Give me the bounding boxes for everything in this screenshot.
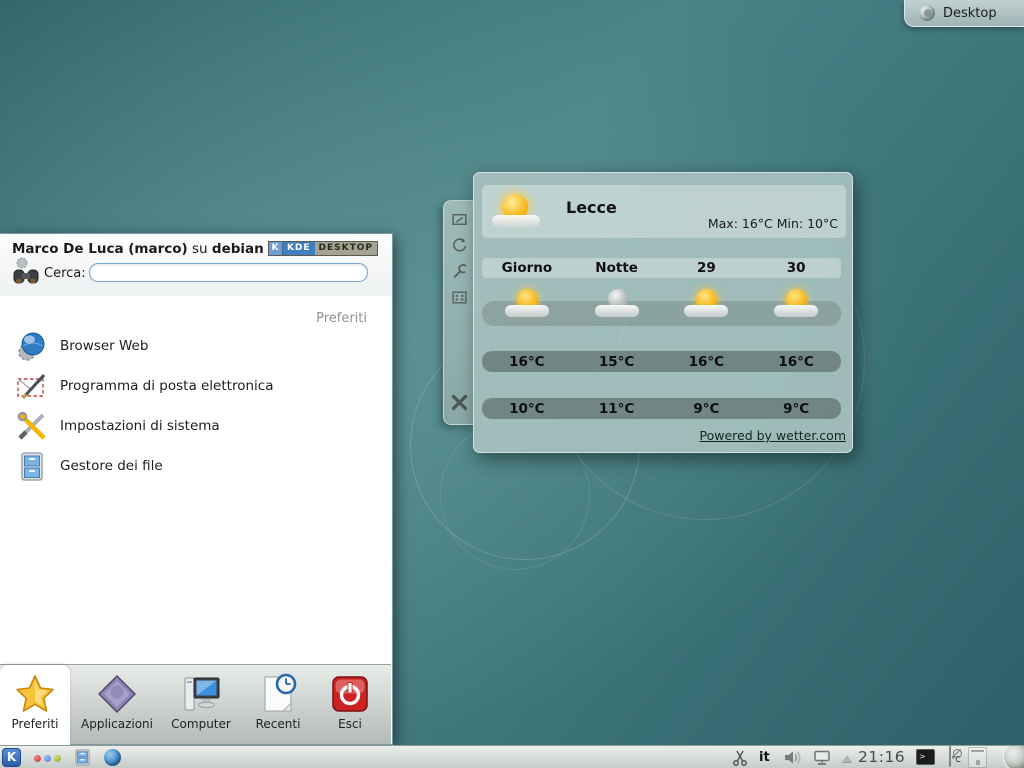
day-temp: 16°C	[751, 354, 841, 370]
kickoff-tab-bar: Preferiti Applicazioni	[0, 664, 391, 744]
weather-col-notte: Notte	[572, 260, 662, 276]
menu-item-browser-web[interactable]: Browser Web	[0, 326, 391, 366]
badge-kde-label: KDE	[283, 242, 315, 255]
email-icon	[16, 370, 48, 402]
night-temp: 11°C	[572, 401, 662, 417]
tray-expander-icon[interactable]	[842, 755, 852, 762]
day-temp: 16°C	[662, 354, 752, 370]
weather-night-temps: 10°C 11°C 9°C 9°C	[482, 398, 841, 419]
kickoff-launcher-button[interactable]: K	[2, 748, 21, 767]
sun-cloud-icon	[504, 287, 550, 323]
weather-city: Lecce	[566, 198, 617, 217]
cashew-icon	[919, 5, 935, 21]
tab-esci[interactable]: Esci	[318, 667, 382, 745]
tab-label: Esci	[318, 717, 382, 731]
pager-dot-red[interactable]	[34, 755, 41, 762]
digital-clock[interactable]: 21:16	[858, 748, 905, 766]
conjunction: su	[188, 241, 212, 257]
weather-header: Lecce Max: 16°C Min: 10°C	[482, 185, 846, 238]
desktop-toolbox-label: Desktop	[943, 6, 997, 21]
weather-icon-row	[482, 287, 841, 327]
weather-column-headers: Giorno Notte 29 30	[482, 258, 841, 278]
wetter-attribution-link[interactable]: Powered by wetter.com	[700, 428, 847, 443]
computer-icon	[180, 673, 222, 715]
desktop-toolbox-button[interactable]: Desktop	[904, 0, 1024, 27]
tab-label: Computer	[162, 717, 240, 731]
kickoff-user-title: Marco De Luca (marco) su debian	[12, 241, 264, 257]
sun-cloud-icon	[773, 287, 819, 323]
menu-item-label: Impostazioni di sistema	[60, 418, 220, 434]
kde-desktop-badge: K KDE DESKTOP	[268, 241, 378, 256]
night-temp: 9°C	[751, 401, 841, 417]
rotate-icon[interactable]	[451, 237, 468, 254]
configure-wrench-icon[interactable]	[451, 263, 468, 280]
weather-max-min: Max: 16°C Min: 10°C	[708, 216, 838, 231]
moon-cloud-icon	[594, 287, 640, 323]
menu-item-system-settings[interactable]: Impostazioni di sistema	[0, 406, 391, 446]
favorites-section-label: Preferiti	[316, 311, 367, 326]
kickoff-menu: Marco De Luca (marco) su debian K KDE DE…	[0, 233, 393, 745]
recent-documents-icon	[257, 673, 299, 715]
user-name: Marco De Luca (marco)	[12, 241, 188, 257]
volume-icon[interactable]	[783, 749, 803, 766]
menu-item-email[interactable]: Programma di posta elettronica	[0, 366, 391, 406]
tab-label: Recenti	[244, 717, 312, 731]
tab-computer[interactable]: Computer	[162, 667, 240, 745]
favorites-list: Browser Web Programma di posta elettroni…	[0, 326, 391, 486]
weather-tray-icon[interactable]: °C	[946, 747, 964, 768]
search-label: Cerca:	[44, 266, 86, 281]
weather-col-giorno: Giorno	[482, 260, 572, 276]
weather-col-29: 29	[662, 260, 752, 276]
file-manager-icon	[16, 450, 48, 482]
pager-dot-green[interactable]	[54, 755, 61, 762]
menu-item-file-manager[interactable]: Gestore dei file	[0, 446, 391, 486]
file-manager-launcher-icon[interactable]	[74, 749, 91, 766]
badge-desktop-label: DESKTOP	[315, 242, 377, 255]
tab-label: Preferiti	[0, 717, 70, 731]
weather-col-30: 30	[751, 260, 841, 276]
desktop-background: Desktop Lecce	[0, 0, 1024, 768]
close-icon[interactable]	[450, 393, 469, 412]
search-binoculars-icon	[9, 256, 43, 290]
menu-item-label: Browser Web	[60, 338, 148, 354]
favorites-star-icon	[14, 673, 56, 715]
kickoff-header: Marco De Luca (marco) su debian K KDE DE…	[0, 234, 392, 296]
day-temp: 16°C	[482, 354, 572, 370]
day-temp: 15°C	[572, 354, 662, 370]
pager-dot-blue[interactable]	[44, 755, 51, 762]
night-temp: 9°C	[662, 401, 752, 417]
menu-item-label: Programma di posta elettronica	[60, 378, 273, 394]
bottom-panel: K it 21:16 >	[0, 745, 1024, 768]
leave-icon	[329, 673, 371, 715]
web-browser-icon	[16, 330, 48, 362]
search-input[interactable]	[89, 263, 368, 282]
mini-panel-widget[interactable]	[968, 747, 987, 768]
weather-day-temps: 16°C 15°C 16°C 16°C	[482, 351, 841, 372]
tab-applicazioni[interactable]: Applicazioni	[74, 667, 160, 745]
resize-icon[interactable]	[451, 211, 468, 228]
keyboard-layout-indicator[interactable]: it	[759, 750, 770, 765]
host-name: debian	[212, 241, 264, 257]
sun-cloud-icon	[683, 287, 729, 323]
tab-label: Applicazioni	[74, 717, 160, 731]
network-monitor-icon[interactable]	[812, 750, 832, 766]
konsole-tray-icon[interactable]: >	[916, 749, 935, 765]
weather-widget: Lecce Max: 16°C Min: 10°C Giorno Notte 2…	[473, 172, 853, 453]
web-browser-launcher-icon[interactable]	[104, 749, 121, 766]
panel-cashew-icon[interactable]	[1003, 745, 1024, 768]
applications-icon	[96, 673, 138, 715]
tab-preferiti[interactable]: Preferiti	[0, 665, 70, 745]
menu-item-label: Gestore dei file	[60, 458, 163, 474]
kde-logo-icon: K	[269, 242, 283, 255]
system-settings-icon	[16, 410, 48, 442]
tab-recenti[interactable]: Recenti	[244, 667, 312, 745]
applet-handle[interactable]	[443, 200, 475, 425]
widget-settings-icon[interactable]	[451, 289, 468, 306]
klipper-scissors-icon[interactable]	[731, 749, 749, 767]
weather-current-icon	[492, 191, 540, 233]
night-temp: 10°C	[482, 401, 572, 417]
